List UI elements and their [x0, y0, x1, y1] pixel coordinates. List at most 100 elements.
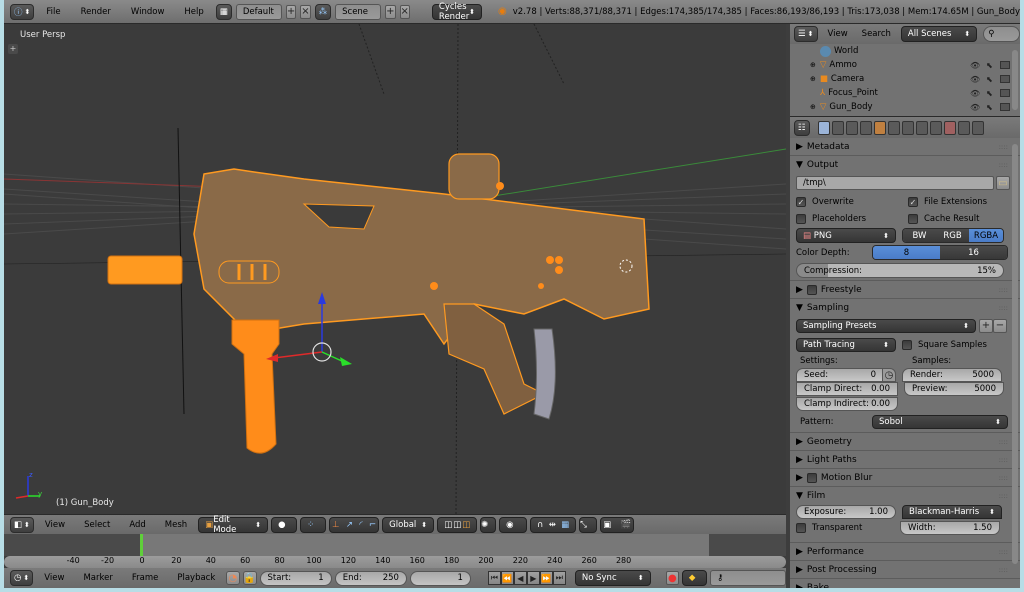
eye-icon[interactable]: 👁 — [970, 89, 980, 98]
keying-select[interactable]: ◆ — [681, 570, 708, 586]
panel-bake[interactable]: ▶ Bake — [790, 579, 1020, 589]
freestyle-checkbox[interactable] — [806, 284, 817, 295]
integrator-select[interactable]: Path Tracing ⬍ — [796, 337, 896, 352]
drag-handle-icon[interactable]: :::: — [999, 286, 1008, 294]
world-tab-icon[interactable] — [859, 120, 872, 135]
menu-frame[interactable]: Frame — [124, 573, 166, 583]
add-scene-button[interactable]: + — [385, 4, 396, 19]
menu-marker[interactable]: Marker — [75, 573, 120, 583]
scene-name-field[interactable]: Scene — [335, 3, 382, 20]
remove-layout-button[interactable]: × — [300, 4, 311, 19]
compression-slider[interactable]: Compression: 15% — [796, 263, 1004, 278]
menu-help[interactable]: Help — [176, 7, 211, 17]
panel-post-processing[interactable]: ▶ Post Processing:::: — [790, 561, 1020, 579]
placeholders-checkbox[interactable] — [796, 213, 806, 224]
panel-light-paths[interactable]: ▶ Light Paths:::: — [790, 451, 1020, 469]
pivot-select[interactable]: ⁘ — [300, 516, 327, 533]
expand-icon[interactable]: ⊕ — [810, 61, 816, 69]
editor-type-properties-button[interactable]: ☷ — [794, 119, 810, 136]
end-frame-field[interactable]: End: 250 — [334, 570, 407, 586]
expand-icon[interactable]: ⊕ — [810, 103, 816, 111]
eye-icon[interactable]: 👁 — [970, 61, 980, 70]
occlude-geometry-button[interactable]: ✺ — [480, 516, 497, 533]
render-icon[interactable] — [1000, 61, 1010, 69]
current-frame-field[interactable]: 1 — [409, 570, 471, 586]
render-buttons[interactable]: ▣ 🎬 — [600, 516, 635, 533]
editor-type-timeline-button[interactable]: ◷ ⬍ — [10, 570, 34, 586]
eye-icon[interactable]: 👁 — [970, 103, 980, 112]
cursor-icon[interactable]: ⬉ — [986, 61, 993, 70]
panel-header[interactable]: ▼ Film:::: — [790, 487, 1020, 504]
drag-handle-icon[interactable]: :::: — [999, 143, 1008, 151]
sampling-presets-select[interactable]: Sampling Presets ⬍ — [796, 318, 976, 333]
select-mode-buttons[interactable]: ◫ ◫ ◫ — [437, 516, 478, 533]
outliner-menu-search[interactable]: Search — [858, 29, 895, 39]
preview-samples-field[interactable]: Preview: 5000 — [904, 382, 1004, 396]
data-tab-icon[interactable] — [915, 120, 928, 135]
color-depth-16[interactable]: 16 — [940, 246, 1007, 259]
overwrite-checkbox[interactable]: ✓ — [796, 196, 806, 207]
panel-header[interactable]: ▼ Sampling:::: — [790, 299, 1020, 316]
render-tab-icon[interactable] — [817, 120, 830, 135]
menu-playback[interactable]: Playback — [169, 573, 223, 583]
clamp-direct-field[interactable]: Clamp Direct: 0.00 — [796, 382, 898, 396]
shading-select[interactable]: ● — [271, 516, 298, 533]
menu-render[interactable]: Render — [73, 7, 119, 17]
editor-type-outliner-button[interactable]: ☰ ⬍ — [794, 26, 818, 42]
eye-icon[interactable]: 👁 — [970, 75, 980, 84]
display-mode-select[interactable]: All Scenes ⬍ — [900, 26, 978, 42]
menu-view[interactable]: View — [37, 520, 73, 530]
add-layout-button[interactable]: + — [285, 4, 297, 19]
render-layers-tab-icon[interactable] — [831, 120, 844, 135]
toolshelf-toggle[interactable]: + — [8, 44, 18, 54]
jump-end-button[interactable]: ⏭ — [552, 571, 566, 585]
color-depth-8[interactable]: 8 — [873, 246, 940, 259]
expand-icon[interactable]: ⊕ — [810, 75, 816, 83]
modifiers-tab-icon[interactable] — [901, 120, 914, 135]
cursor-icon[interactable]: ⬉ — [986, 75, 993, 84]
scene-browse-button[interactable]: ⁂ — [314, 3, 332, 20]
timeline-ruler[interactable]: -40 -20 0 20 40 60 80 100 120 140 160 180 200 220 240 2… — [4, 556, 786, 568]
material-tab-icon[interactable] — [929, 120, 942, 135]
panel-performance[interactable]: ▶ Performance:::: — [790, 543, 1020, 561]
object-tab-icon[interactable] — [873, 120, 886, 135]
play-reverse-button[interactable]: ◀ — [513, 571, 527, 585]
outliner-item[interactable]: ⊕ ▽ Ammo 👁 ⬉ — [790, 58, 1020, 72]
animated-seed-button[interactable]: ◷ — [882, 368, 896, 382]
exposure-field[interactable]: Exposure: 1.00 — [796, 505, 896, 519]
particles-tab-icon[interactable] — [957, 120, 970, 135]
drag-handle-icon[interactable]: :::: — [999, 456, 1008, 464]
drag-handle-icon[interactable]: :::: — [999, 474, 1008, 482]
3d-viewport[interactable]: User Persp + z y (1) Gun_Body — [4, 24, 786, 514]
orientation-select[interactable]: Global ⬍ — [382, 516, 435, 533]
render-icon[interactable] — [1000, 89, 1010, 97]
cursor-icon[interactable]: ⬉ — [986, 103, 993, 112]
lock-time-button[interactable]: 🔒 — [242, 571, 257, 585]
editor-type-info-button[interactable]: ⓘ ⬍ — [10, 3, 35, 20]
seed-field[interactable]: Seed: 0 — [796, 368, 884, 382]
properties-scrollbar[interactable] — [1012, 144, 1018, 564]
panel-motion-blur[interactable]: ▶ Motion Blur:::: — [790, 469, 1020, 487]
keying-set-field[interactable]: ⚷ — [710, 570, 786, 586]
play-button[interactable]: ▶ — [526, 571, 540, 585]
drag-handle-icon[interactable]: :::: — [999, 566, 1008, 574]
panel-metadata[interactable]: ▶ Metadata:::: — [790, 138, 1020, 156]
outliner-menu-view[interactable]: View — [824, 29, 852, 39]
remove-preset-button[interactable]: − — [993, 318, 1007, 333]
output-path-input[interactable]: /tmp\ — [796, 176, 994, 190]
color-mode-bw[interactable]: BW — [903, 229, 936, 242]
menu-window[interactable]: Window — [123, 7, 173, 17]
outliner-item[interactable]: ⊕ ▽ Gun_Body 👁 ⬉ — [790, 100, 1020, 114]
uv-sync-button[interactable]: ⤡ — [579, 516, 598, 533]
outliner-item[interactable]: ⊕ ■ Camera 👁 ⬉ — [790, 72, 1020, 86]
timeline-area[interactable] — [4, 534, 786, 556]
layout-browse-button[interactable]: ▦ — [215, 3, 232, 20]
pixel-filter-select[interactable]: Blackman-Harris ⬍ — [902, 505, 1002, 519]
sync-mode-select[interactable]: No Sync ⬍ — [574, 570, 651, 586]
drag-handle-icon[interactable]: :::: — [999, 304, 1008, 312]
drag-handle-icon[interactable]: :::: — [999, 548, 1008, 556]
panel-geometry[interactable]: ▶ Geometry:::: — [790, 433, 1020, 451]
outliner-item[interactable]: ⅄ Focus_Point 👁 ⬉ — [790, 86, 1020, 100]
menu-file[interactable]: File — [38, 7, 68, 17]
physics-tab-icon[interactable] — [971, 120, 984, 135]
